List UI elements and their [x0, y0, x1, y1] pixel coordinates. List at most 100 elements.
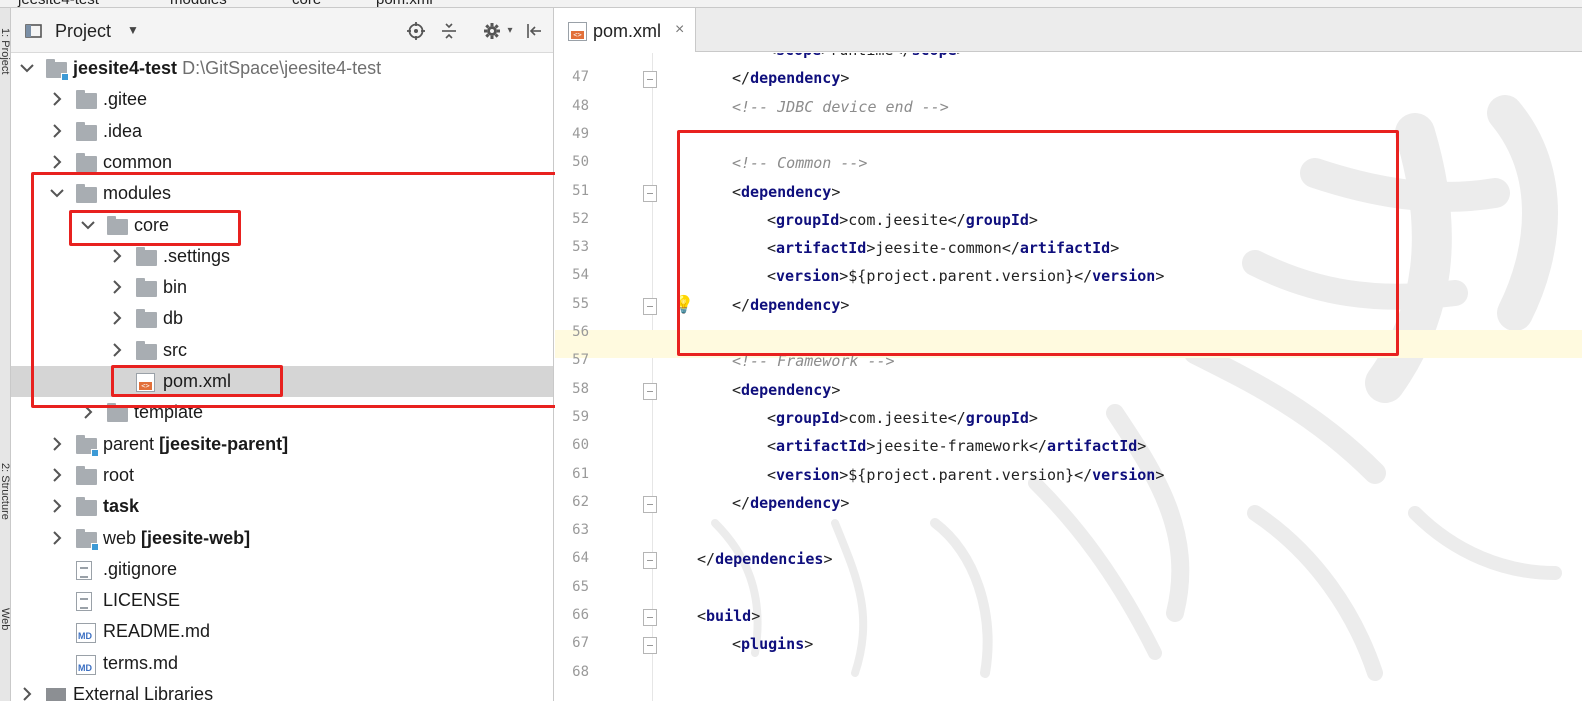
tree-item-name: modules [103, 183, 172, 203]
folder-icon [136, 341, 158, 360]
chevron-right-icon[interactable] [109, 277, 125, 297]
tree-item-label: .settings [163, 246, 230, 267]
fold-marker-icon[interactable] [643, 383, 657, 400]
tab-pom-xml[interactable]: <> pom.xml × [555, 8, 696, 52]
code-content: <dependency> [732, 183, 841, 201]
code-line: 56 [555, 321, 1582, 349]
chevron-right-icon[interactable] [109, 308, 125, 328]
tree-item-name: .settings [163, 246, 231, 266]
code-editor[interactable]: 46<scope>runtime</scope>47</dependency>4… [555, 53, 1582, 701]
folder-icon [76, 90, 98, 109]
tree-item-label: task [103, 496, 139, 517]
tree-item[interactable]: modules [11, 178, 553, 209]
fold-marker-icon[interactable] [643, 637, 657, 654]
code-content: <scope>runtime</scope> [767, 53, 966, 59]
tree-item[interactable]: .gitignore [11, 554, 553, 585]
text-file-icon [76, 592, 98, 611]
tree-item-label: .idea [103, 121, 142, 142]
xml-file-icon: <> [568, 22, 587, 41]
tree-item[interactable]: .gitee [11, 84, 553, 115]
fold-marker-icon[interactable] [643, 298, 657, 315]
text-file-icon [76, 561, 98, 580]
lightbulb-icon[interactable]: 💡 [673, 295, 694, 315]
line-number: 63 [572, 522, 589, 538]
breadcrumb-item[interactable]: modules [170, 0, 227, 7]
tree-item[interactable]: parent [jeesite-parent] [11, 429, 553, 460]
tree-item-name: root [103, 465, 135, 485]
left-tool-window-strip[interactable]: 1: Project 2: Structure Web [0, 8, 11, 701]
folder-icon [136, 278, 158, 297]
project-view-selector[interactable]: Project [55, 21, 111, 42]
xml-tag-name: dependency [741, 381, 832, 399]
tree-item[interactable]: .idea [11, 116, 553, 147]
chevron-down-icon[interactable] [19, 58, 35, 78]
project-tool-tab[interactable]: 1: Project [0, 28, 10, 74]
tree-item[interactable]: task [11, 491, 553, 522]
tree-item[interactable]: common [11, 147, 553, 178]
web-tool-tab[interactable]: Web [0, 608, 10, 630]
code-content: <build> [697, 607, 761, 625]
chevron-down-icon[interactable] [49, 183, 65, 203]
code-line: 55 💡 </dependency> [555, 293, 1582, 321]
tree-item[interactable]: web [jeesite-web] [11, 523, 553, 554]
tree-item[interactable]: <> pom.xml [11, 366, 553, 397]
hide-panel-icon[interactable] [525, 22, 543, 40]
tree-item-label: modules [103, 183, 171, 204]
library-icon [46, 686, 68, 701]
tree-item-label: pom.xml [163, 371, 231, 392]
close-icon[interactable]: × [675, 21, 684, 39]
line-number: 66 [572, 607, 589, 623]
code-line: 52 <groupId>com.jeesite</groupId> [555, 208, 1582, 236]
tree-item[interactable]: core [11, 210, 553, 241]
breadcrumb-item[interactable]: pom.xml [376, 0, 433, 7]
chevron-right-icon[interactable] [19, 684, 35, 701]
tree-item[interactable]: root [11, 460, 553, 491]
tree-item[interactable]: MD README.md [11, 616, 553, 647]
fold-marker-icon[interactable] [643, 496, 657, 513]
chevron-right-icon[interactable] [109, 246, 125, 266]
tree-item-name: parent [103, 434, 155, 454]
chevron-right-icon[interactable] [49, 496, 65, 516]
folder-icon [76, 122, 98, 141]
breadcrumb-item[interactable]: core [292, 0, 321, 7]
structure-tool-tab[interactable]: 2: Structure [0, 463, 10, 520]
tree-item[interactable]: LICENSE [11, 585, 553, 616]
tree-item-name: .idea [103, 121, 143, 141]
breadcrumb-item[interactable]: jeesite4-test [18, 0, 99, 7]
chevron-right-icon[interactable] [49, 152, 65, 172]
chevron-right-icon[interactable] [49, 465, 65, 485]
tree-item[interactable]: db [11, 303, 553, 334]
gear-dropdown-icon[interactable]: ▾ [501, 22, 519, 40]
chevron-right-icon[interactable] [49, 528, 65, 548]
chevron-right-icon[interactable] [49, 434, 65, 454]
code-content: <plugins> [732, 635, 814, 653]
chevron-right-icon[interactable] [109, 340, 125, 360]
line-number: 47 [572, 69, 589, 85]
chevron-down-icon[interactable]: ▼ [127, 23, 139, 37]
fold-marker-icon[interactable] [643, 552, 657, 569]
tree-item[interactable]: MD terms.md [11, 648, 553, 679]
gear-icon[interactable] [483, 22, 501, 40]
breadcrumb: jeesite4-test modules core pom.xml [0, 0, 1582, 8]
collapse-all-icon[interactable] [440, 22, 458, 40]
chevron-right-icon[interactable] [49, 121, 65, 141]
tree-item-name: template [134, 402, 204, 422]
fold-marker-icon[interactable] [643, 71, 657, 88]
chevron-down-icon[interactable] [80, 215, 96, 235]
tree-item[interactable]: .settings [11, 241, 553, 272]
chevron-right-icon[interactable] [49, 89, 65, 109]
xml-comment: <!-- JDBC device end --> [732, 98, 949, 116]
tree-item[interactable]: External Libraries [11, 679, 553, 701]
tree-item[interactable]: src [11, 335, 553, 366]
tree-item[interactable]: bin [11, 272, 553, 303]
tree-item[interactable]: jeesite4-test D:\GitSpace\jeesite4-test [11, 53, 553, 84]
locate-file-icon[interactable] [407, 22, 425, 40]
tree-item[interactable]: template [11, 397, 553, 428]
code-content: <version>${project.parent.version}</vers… [767, 466, 1165, 484]
fold-marker-icon[interactable] [643, 609, 657, 626]
line-number: 56 [572, 324, 589, 340]
chevron-right-icon[interactable] [80, 402, 96, 422]
line-number: 59 [572, 409, 589, 425]
code-content: <artifactId>jeesite-framework</artifactI… [767, 437, 1147, 455]
fold-marker-icon[interactable] [643, 185, 657, 202]
